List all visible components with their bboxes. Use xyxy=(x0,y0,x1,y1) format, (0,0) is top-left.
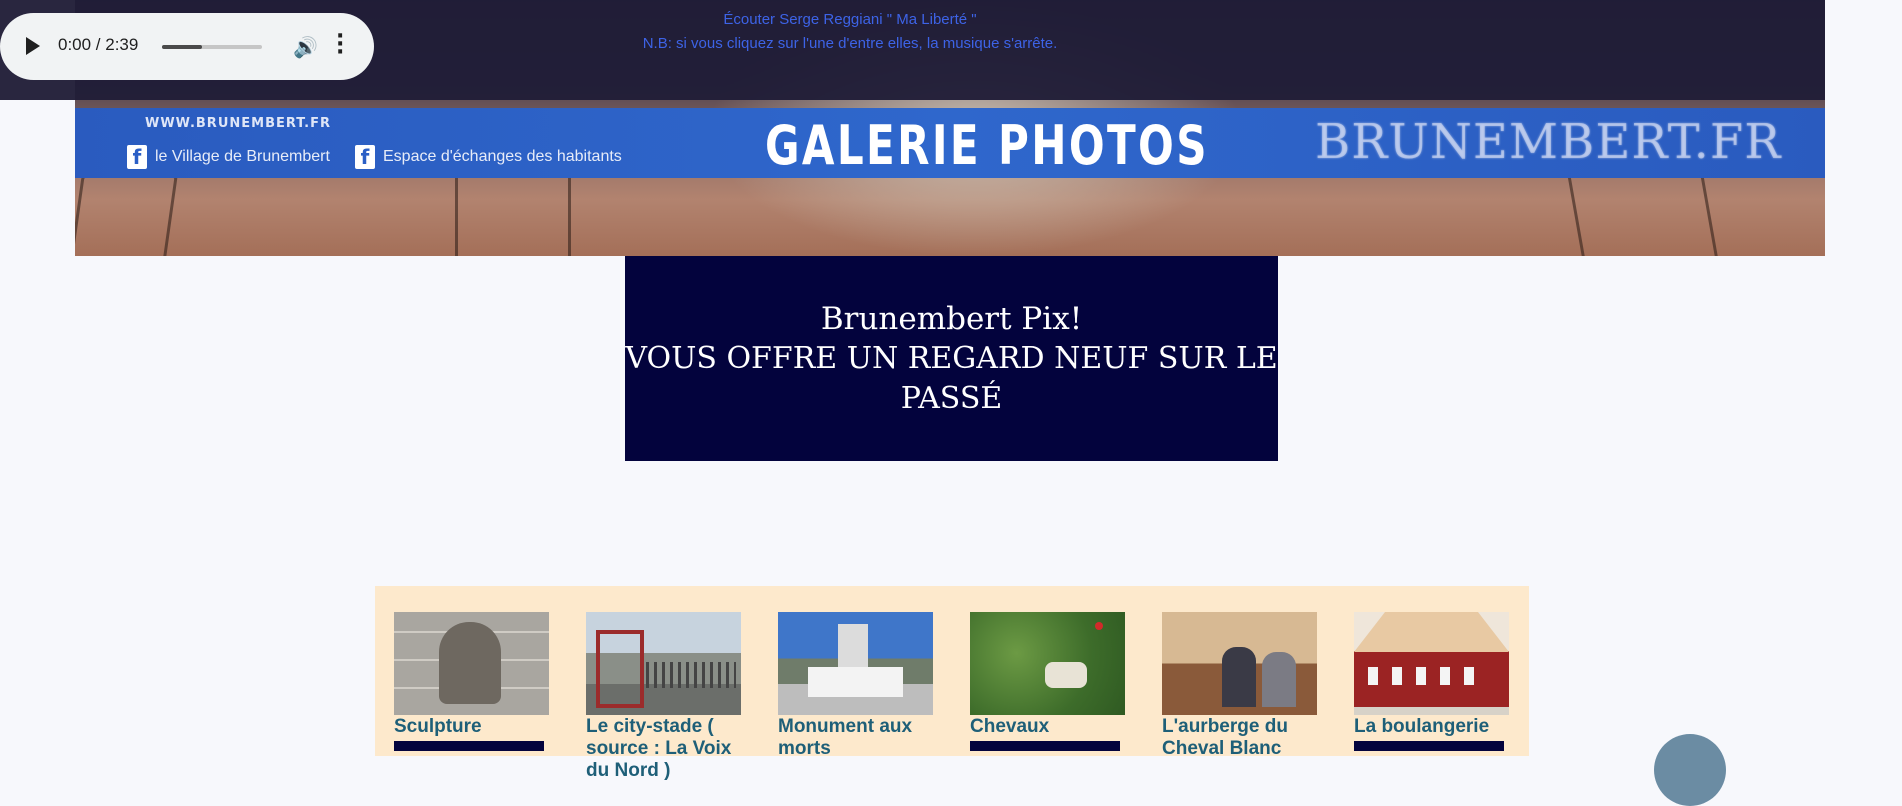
audio-progress xyxy=(162,45,202,49)
gallery-thumbnail[interactable] xyxy=(970,612,1125,715)
gallery-title: GALERIE PHOTOS xyxy=(765,114,1209,177)
gallery-caption[interactable]: Sculpture xyxy=(394,716,549,738)
banner-decoration xyxy=(455,170,571,256)
gallery-caption[interactable]: Monument aux morts xyxy=(778,716,933,760)
audio-player: 0:00 / 2:39 🔊 · · · xyxy=(0,13,374,80)
banner-decoration xyxy=(75,175,178,256)
gallery-item[interactable]: Chevaux xyxy=(970,612,1125,751)
gallery-item[interactable]: La boulangerie xyxy=(1354,612,1509,751)
audio-seek-bar[interactable] xyxy=(162,45,262,49)
gallery-thumbnail[interactable] xyxy=(586,612,741,715)
caption-underline xyxy=(970,741,1120,751)
banner-decoration xyxy=(1565,165,1721,256)
hero-title: Brunembert Pix! xyxy=(820,300,1083,337)
scroll-to-top-button[interactable] xyxy=(1654,734,1726,806)
facebook-community-label: Espace d'échanges des habitants xyxy=(383,148,622,165)
gallery-item[interactable]: Le city-stade ( source : La Voix du Nord… xyxy=(586,612,741,782)
gallery-caption[interactable]: Le city-stade ( source : La Voix du Nord… xyxy=(586,716,741,782)
gallery-caption[interactable]: La boulangerie xyxy=(1354,716,1509,738)
more-options-icon[interactable]: · · · xyxy=(336,26,344,64)
gallery-item[interactable]: Monument aux morts xyxy=(778,612,933,760)
gallery-caption[interactable]: L'aurberge du Cheval Blanc xyxy=(1162,716,1317,760)
gallery-caption[interactable]: Chevaux xyxy=(970,716,1125,738)
facebook-icon: f xyxy=(127,145,147,169)
gallery-thumbnail[interactable] xyxy=(778,612,933,715)
gallery-thumbnail[interactable] xyxy=(1354,612,1509,715)
caption-underline xyxy=(394,741,544,751)
facebook-icon: f xyxy=(355,145,375,169)
hero-subtitle: VOUS OFFRE UN REGARD NEUF SUR LE PASSÉ xyxy=(625,340,1278,416)
gallery-thumbnail[interactable] xyxy=(394,612,549,715)
site-url[interactable]: WWW.BRUNEMBERT.FR xyxy=(145,116,331,131)
facebook-community-link[interactable]: f Espace d'échanges des habitants xyxy=(355,145,622,169)
site-watermark: BRUNEMBERT.FR xyxy=(1315,114,1782,170)
gallery-item[interactable]: L'aurberge du Cheval Blanc xyxy=(1162,612,1317,760)
hero-box: Brunembert Pix! VOUS OFFRE UN REGARD NEU… xyxy=(625,256,1278,461)
gallery-item[interactable]: Sculpture xyxy=(394,612,549,751)
play-icon[interactable] xyxy=(26,37,40,55)
gallery-thumbnail[interactable] xyxy=(1162,612,1317,715)
facebook-village-label: le Village de Brunembert xyxy=(155,148,330,165)
volume-icon[interactable]: 🔊 xyxy=(293,35,318,59)
audio-time: 0:00 / 2:39 xyxy=(58,35,139,54)
photo-gallery: Sculpture Le city-stade ( source : La Vo… xyxy=(375,586,1529,781)
facebook-village-link[interactable]: f le Village de Brunembert xyxy=(127,145,330,169)
caption-underline xyxy=(1354,741,1504,751)
